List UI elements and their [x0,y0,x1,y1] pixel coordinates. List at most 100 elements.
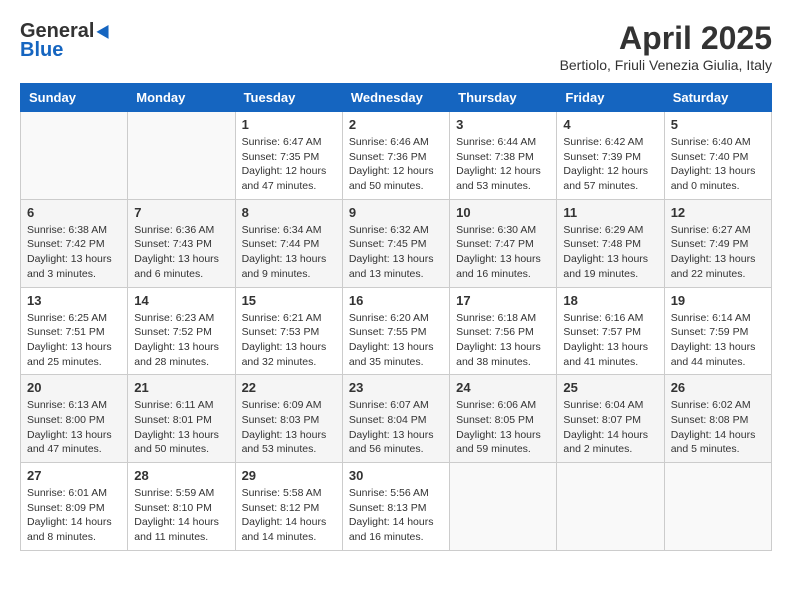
day-info: Sunrise: 6:01 AM Sunset: 8:09 PM Dayligh… [27,486,121,545]
calendar-cell: 11Sunrise: 6:29 AM Sunset: 7:48 PM Dayli… [557,199,664,287]
day-info: Sunrise: 6:07 AM Sunset: 8:04 PM Dayligh… [349,398,443,457]
calendar-cell: 30 Sunrise: 5:56 AM Sunset: 8:13 PM Dayli… [342,463,449,551]
day-info: Sunrise: 5:56 AM Sunset: 8:13 PM Dayligh… [349,486,443,545]
calendar-cell: 21 Sunrise: 6:11 AM Sunset: 8:01 PM Dayli… [128,375,235,463]
calendar-cell [450,463,557,551]
day-number: 21 [134,380,228,395]
calendar-cell: 3 Sunrise: 6:44 AM Sunset: 7:38 PM Daylig… [450,112,557,200]
day-number: 12 [671,205,765,220]
calendar-cell: 16 Sunrise: 6:20 AM Sunset: 7:55 PM Dayli… [342,287,449,375]
day-number: 14 [134,293,228,308]
day-number: 26 [671,380,765,395]
calendar-cell [664,463,771,551]
day-number: 25 [563,380,657,395]
week-row-5: 27 Sunrise: 6:01 AM Sunset: 8:09 PM Dayli… [21,463,772,551]
weekday-header-thursday: Thursday [450,84,557,112]
week-row-1: 1Sunrise: 6:47 AM Sunset: 7:35 PM Daylig… [21,112,772,200]
calendar-cell: 17Sunrise: 6:18 AM Sunset: 7:56 PM Dayli… [450,287,557,375]
day-info: Sunrise: 6:23 AM Sunset: 7:52 PM Dayligh… [134,311,228,370]
day-info: Sunrise: 6:36 AM Sunset: 7:43 PM Dayligh… [134,223,228,282]
day-info: Sunrise: 6:09 AM Sunset: 8:03 PM Dayligh… [242,398,336,457]
day-info: Sunrise: 6:38 AM Sunset: 7:42 PM Dayligh… [27,223,121,282]
day-number: 30 [349,468,443,483]
page-header: General Blue April 2025 Bertiolo, Friuli… [20,20,772,73]
day-number: 3 [456,117,550,132]
day-info: Sunrise: 6:04 AM Sunset: 8:07 PM Dayligh… [563,398,657,457]
day-info: Sunrise: 6:16 AM Sunset: 7:57 PM Dayligh… [563,311,657,370]
calendar-cell: 29 Sunrise: 5:58 AM Sunset: 8:12 PM Dayli… [235,463,342,551]
logo-blue-text: Blue [20,39,63,62]
day-number: 8 [242,205,336,220]
logo-icon [96,22,114,40]
day-number: 16 [349,293,443,308]
calendar-cell: 26 Sunrise: 6:02 AM Sunset: 8:08 PM Dayli… [664,375,771,463]
calendar-title: April 2025 [560,20,772,57]
weekday-header-wednesday: Wednesday [342,84,449,112]
calendar-cell: 6 Sunrise: 6:38 AM Sunset: 7:42 PM Daylig… [21,199,128,287]
day-info: Sunrise: 5:58 AM Sunset: 8:12 PM Dayligh… [242,486,336,545]
calendar-cell: 9 Sunrise: 6:32 AM Sunset: 7:45 PM Daylig… [342,199,449,287]
calendar-cell: 2Sunrise: 6:46 AM Sunset: 7:36 PM Daylig… [342,112,449,200]
calendar-cell: 28 Sunrise: 5:59 AM Sunset: 8:10 PM Dayli… [128,463,235,551]
day-number: 10 [456,205,550,220]
calendar-cell: 8 Sunrise: 6:34 AM Sunset: 7:44 PM Daylig… [235,199,342,287]
calendar-cell [128,112,235,200]
day-number: 23 [349,380,443,395]
day-number: 24 [456,380,550,395]
day-number: 22 [242,380,336,395]
calendar-cell: 12 Sunrise: 6:27 AM Sunset: 7:49 PM Dayli… [664,199,771,287]
week-row-4: 20 Sunrise: 6:13 AM Sunset: 8:00 PM Dayli… [21,375,772,463]
calendar-cell: 24Sunrise: 6:06 AM Sunset: 8:05 PM Dayli… [450,375,557,463]
calendar-cell: 5 Sunrise: 6:40 AM Sunset: 7:40 PM Daylig… [664,112,771,200]
calendar-cell: 23 Sunrise: 6:07 AM Sunset: 8:04 PM Dayli… [342,375,449,463]
day-info: Sunrise: 6:13 AM Sunset: 8:00 PM Dayligh… [27,398,121,457]
day-info: Sunrise: 6:46 AM Sunset: 7:36 PM Dayligh… [349,135,443,194]
day-info: Sunrise: 6:34 AM Sunset: 7:44 PM Dayligh… [242,223,336,282]
title-section: April 2025 Bertiolo, Friuli Venezia Giul… [560,20,772,73]
day-number: 17 [456,293,550,308]
day-info: Sunrise: 6:44 AM Sunset: 7:38 PM Dayligh… [456,135,550,194]
calendar-cell: 4Sunrise: 6:42 AM Sunset: 7:39 PM Daylig… [557,112,664,200]
calendar-cell: 13Sunrise: 6:25 AM Sunset: 7:51 PM Dayli… [21,287,128,375]
day-info: Sunrise: 6:40 AM Sunset: 7:40 PM Dayligh… [671,135,765,194]
day-number: 19 [671,293,765,308]
calendar-cell: 10 Sunrise: 6:30 AM Sunset: 7:47 PM Dayli… [450,199,557,287]
day-number: 6 [27,205,121,220]
day-number: 29 [242,468,336,483]
day-info: Sunrise: 6:25 AM Sunset: 7:51 PM Dayligh… [27,311,121,370]
calendar-cell: 19Sunrise: 6:14 AM Sunset: 7:59 PM Dayli… [664,287,771,375]
weekday-header-friday: Friday [557,84,664,112]
day-info: Sunrise: 6:29 AM Sunset: 7:48 PM Dayligh… [563,223,657,282]
day-info: Sunrise: 6:30 AM Sunset: 7:47 PM Dayligh… [456,223,550,282]
calendar-cell: 15Sunrise: 6:21 AM Sunset: 7:53 PM Dayli… [235,287,342,375]
calendar-cell: 22 Sunrise: 6:09 AM Sunset: 8:03 PM Dayli… [235,375,342,463]
day-number: 4 [563,117,657,132]
day-info: Sunrise: 6:02 AM Sunset: 8:08 PM Dayligh… [671,398,765,457]
day-number: 9 [349,205,443,220]
day-info: Sunrise: 6:11 AM Sunset: 8:01 PM Dayligh… [134,398,228,457]
calendar-cell: 14 Sunrise: 6:23 AM Sunset: 7:52 PM Dayli… [128,287,235,375]
day-number: 20 [27,380,121,395]
day-info: Sunrise: 5:59 AM Sunset: 8:10 PM Dayligh… [134,486,228,545]
calendar-cell: 20 Sunrise: 6:13 AM Sunset: 8:00 PM Dayli… [21,375,128,463]
day-number: 5 [671,117,765,132]
day-number: 18 [563,293,657,308]
calendar-cell: 18 Sunrise: 6:16 AM Sunset: 7:57 PM Dayli… [557,287,664,375]
day-number: 28 [134,468,228,483]
day-number: 1 [242,117,336,132]
calendar-table: SundayMondayTuesdayWednesdayThursdayFrid… [20,83,772,551]
weekday-header-tuesday: Tuesday [235,84,342,112]
weekday-header-monday: Monday [128,84,235,112]
calendar-cell [21,112,128,200]
calendar-subtitle: Bertiolo, Friuli Venezia Giulia, Italy [560,57,772,73]
day-number: 7 [134,205,228,220]
day-info: Sunrise: 6:20 AM Sunset: 7:55 PM Dayligh… [349,311,443,370]
calendar-cell: 7 Sunrise: 6:36 AM Sunset: 7:43 PM Daylig… [128,199,235,287]
week-row-2: 6 Sunrise: 6:38 AM Sunset: 7:42 PM Daylig… [21,199,772,287]
day-info: Sunrise: 6:32 AM Sunset: 7:45 PM Dayligh… [349,223,443,282]
calendar-cell: 1Sunrise: 6:47 AM Sunset: 7:35 PM Daylig… [235,112,342,200]
day-number: 15 [242,293,336,308]
day-number: 27 [27,468,121,483]
day-info: Sunrise: 6:27 AM Sunset: 7:49 PM Dayligh… [671,223,765,282]
logo: General Blue [20,20,114,62]
